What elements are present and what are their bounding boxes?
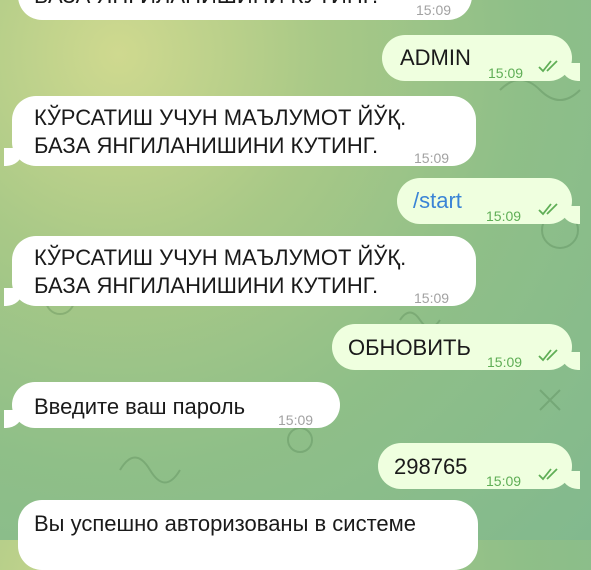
command-link[interactable]: /start [413,188,462,213]
message-time: 15:09 [487,354,523,370]
double-check-icon [538,203,558,216]
message-time: 15:09 [486,473,522,489]
message-text: Вы успешно авторизованы в системе [34,511,417,536]
message-time: 15:09 [416,2,452,18]
message-time: 15:09 [278,412,314,428]
message-text-line: БАЗА ЯНГИЛАНИШИНИ КУТИНГ. [34,133,379,158]
message-outgoing[interactable]: ADMIN 15:09 [382,35,580,81]
message-time: 15:09 [486,208,522,224]
message-outgoing[interactable]: ОБНОВИТЬ 15:09 [332,324,580,370]
message-incoming[interactable]: Вы успешно авторизованы в системе [18,500,478,570]
message-incoming[interactable]: БАЗА ЯНГИЛАНИШИНИ КУТИНГ. 15:09 [18,0,472,20]
message-text-line: КЎРСАТИШ УЧУН МАЪЛУМОТ ЙЎҚ. [34,105,407,130]
double-check-icon [538,60,558,73]
message-incoming[interactable]: КЎРСАТИШ УЧУН МАЪЛУМОТ ЙЎҚ. БАЗА ЯНГИЛАН… [4,96,476,166]
message-outgoing[interactable]: /start 15:09 [397,178,580,224]
message-text: Введите ваш пароль [34,394,246,419]
message-incoming[interactable]: Введите ваш пароль 15:09 [4,382,340,428]
message-incoming[interactable]: КЎРСАТИШ УЧУН МАЪЛУМОТ ЙЎҚ. БАЗА ЯНГИЛАН… [4,236,476,306]
message-text: ADMIN [400,45,471,70]
message-text-line: БАЗА ЯНГИЛАНИШИНИ КУТИНГ. [34,273,379,298]
double-check-icon [538,349,558,362]
message-time: 15:09 [414,290,450,306]
chat-history[interactable]: БАЗА ЯНГИЛАНИШИНИ КУТИНГ. 15:09 ADMIN 15… [0,0,591,570]
message-text-line: КЎРСАТИШ УЧУН МАЪЛУМОТ ЙЎҚ. [34,245,407,270]
message-time: 15:09 [488,65,524,81]
message-text: 298765 [394,454,468,479]
double-check-icon [538,468,558,481]
message-text: БАЗА ЯНГИЛАНИШИНИ КУТИНГ. [34,0,378,8]
message-time: 15:09 [414,150,450,166]
message-outgoing[interactable]: 298765 15:09 [378,443,580,489]
message-text: ОБНОВИТЬ [348,335,471,360]
